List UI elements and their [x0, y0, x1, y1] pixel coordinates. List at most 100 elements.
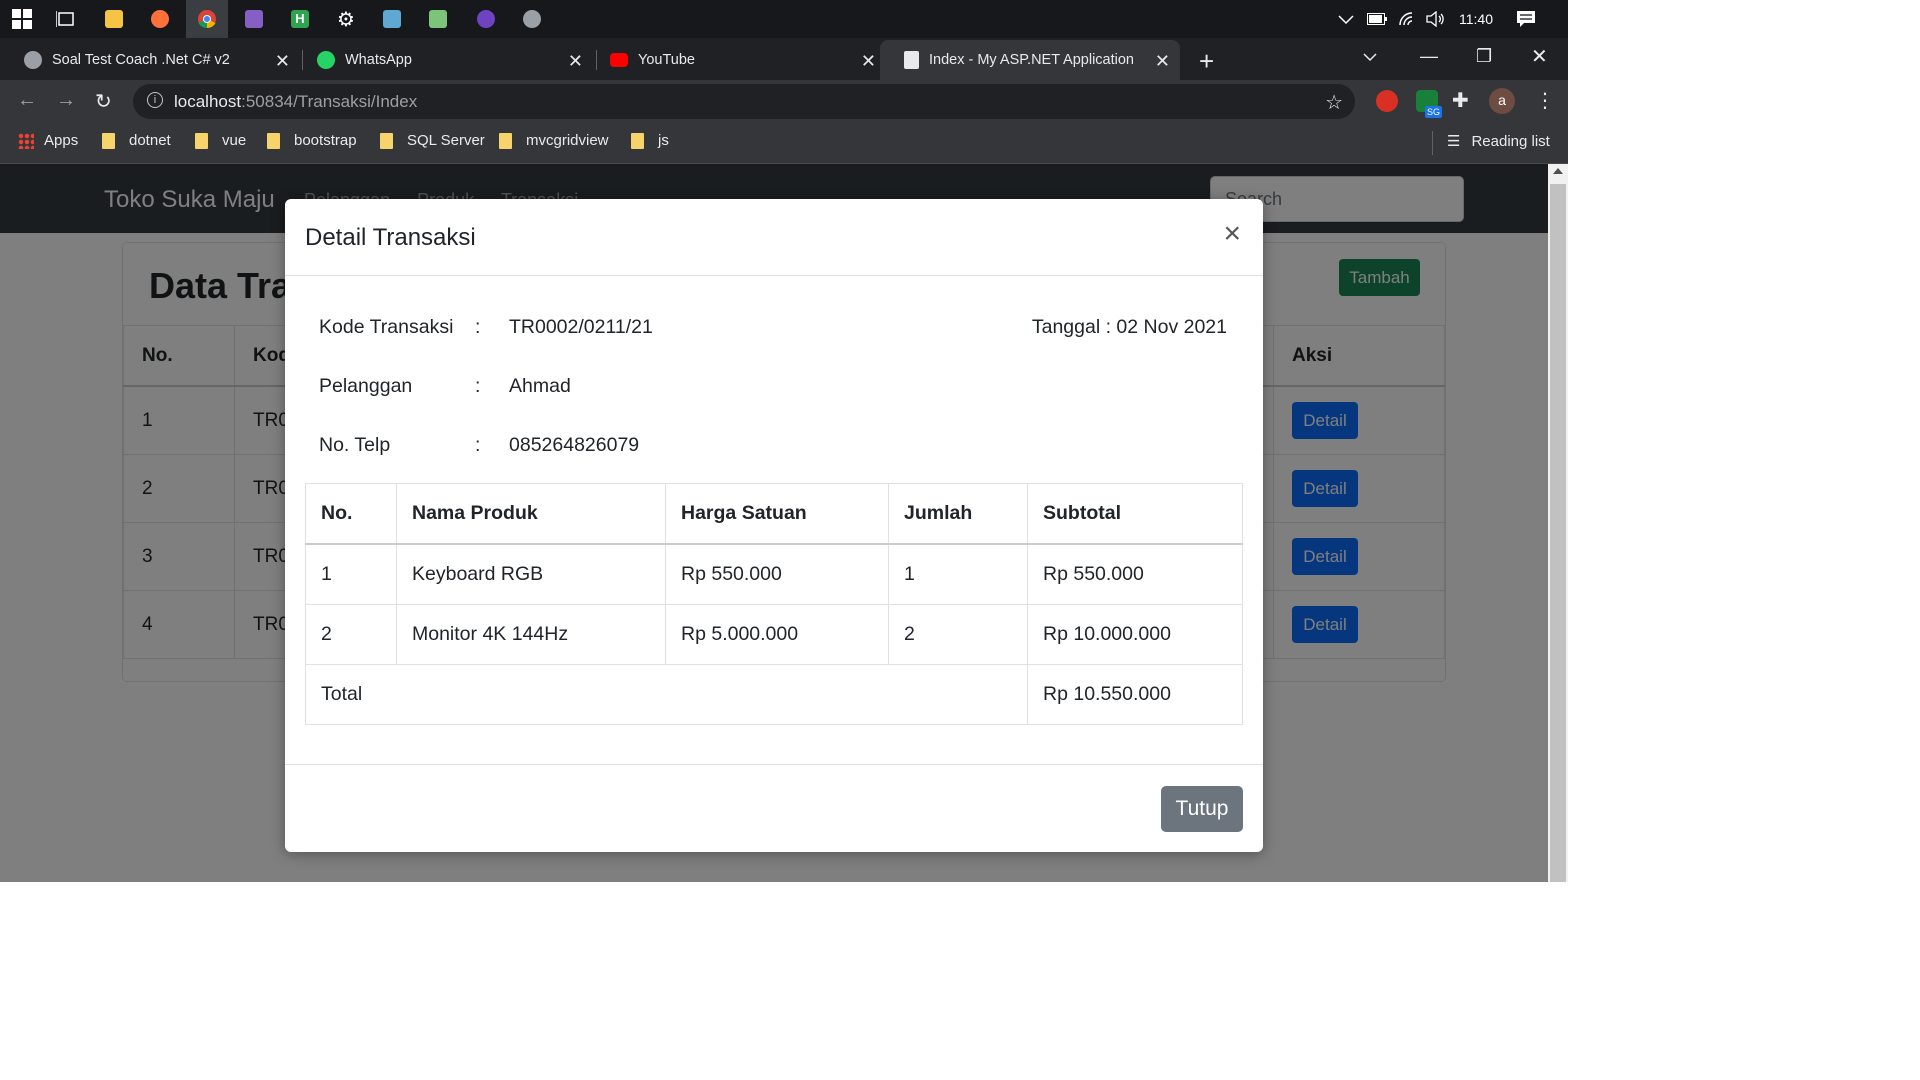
modal-header: Detail Transaksi ×	[285, 199, 1263, 276]
minimize-button[interactable]: —	[1420, 46, 1438, 67]
bookmark-label: mvcgridview	[526, 132, 609, 149]
bookmark-bootstrap[interactable]: bootstrap	[267, 132, 357, 149]
info-label: Kode Transaksi	[319, 316, 454, 338]
reading-list-button[interactable]: ☰ Reading list	[1447, 132, 1550, 151]
firefox-icon[interactable]	[146, 5, 174, 33]
folder-icon	[195, 132, 208, 149]
scroll-up-arrow-icon[interactable]	[1553, 168, 1563, 174]
visual-studio-icon[interactable]	[240, 5, 268, 33]
close-icon[interactable]: ✕	[861, 51, 876, 72]
tutup-button[interactable]: Tutup	[1161, 786, 1243, 832]
tab-youtube[interactable]: YouTube ✕	[586, 40, 886, 80]
bookmark-star-icon[interactable]: ☆	[1325, 90, 1343, 115]
bookmark-dotnet[interactable]: dotnet	[102, 132, 171, 149]
wifi-icon[interactable]	[1398, 0, 1418, 38]
battery-icon[interactable]	[1367, 0, 1387, 38]
extension-badge: SG	[1424, 106, 1442, 118]
reading-list-icon: ☰	[1447, 133, 1461, 150]
file-explorer-icon[interactable]	[100, 5, 128, 33]
table-header-row: No. Nama Produk Harga Satuan Jumlah Subt…	[305, 483, 1243, 545]
window-close-button[interactable]: ✕	[1531, 44, 1548, 69]
volume-icon[interactable]	[1426, 0, 1446, 38]
bookmark-vue[interactable]: vue	[195, 132, 246, 149]
bookmark-js[interactable]: js	[631, 132, 669, 149]
notification-icon[interactable]	[1516, 0, 1536, 38]
folder-icon	[499, 132, 512, 149]
column-header: No.	[305, 483, 397, 545]
tool-icon[interactable]	[378, 5, 406, 33]
tab-search-chevron-icon[interactable]	[1363, 46, 1377, 67]
tab-whatsapp[interactable]: WhatsApp ✕	[293, 40, 593, 80]
browser-toolbar: ← → ↻ i localhost:50834/Transaksi/Index …	[0, 80, 1568, 123]
bookmark-mvcgridview[interactable]: mvcgridview	[499, 132, 609, 149]
browser-tab-strip: Soal Test Coach .Net C# v2 ✕ WhatsApp ✕ …	[0, 38, 1568, 80]
reload-icon[interactable]: ↻	[95, 89, 112, 114]
scroll-thumb[interactable]	[1550, 184, 1566, 882]
puzzle-extensions-icon[interactable]: ✚	[1452, 88, 1469, 113]
apps-grid-icon	[18, 132, 34, 149]
table-cell: Rp 10.000.000	[1027, 604, 1243, 665]
windows-start-icon[interactable]	[8, 5, 36, 33]
table-cell: Rp 550.000	[1027, 543, 1243, 605]
bookmark-label: dotnet	[129, 132, 171, 149]
taskbar-clock[interactable]: 11:40	[1459, 0, 1493, 38]
tab-title: WhatsApp	[345, 52, 412, 68]
chrome-icon[interactable]	[186, 0, 228, 43]
tab-index-active[interactable]: Index - My ASP.NET Application ✕	[880, 40, 1180, 80]
task-view-icon[interactable]	[52, 5, 80, 33]
info-colon: :	[475, 375, 481, 397]
github-icon[interactable]	[472, 5, 500, 33]
url-text[interactable]: localhost:50834/Transaksi/Index	[174, 92, 417, 112]
menu-kebab-icon[interactable]: ⋮	[1535, 88, 1555, 113]
bookmark-apps[interactable]: Apps	[18, 132, 78, 149]
globe-icon	[24, 51, 42, 69]
column-header: Nama Produk	[396, 483, 666, 545]
tab-title: Soal Test Coach .Net C# v2	[52, 52, 230, 68]
chevron-up-icon[interactable]	[1338, 0, 1354, 38]
bookmarks-divider	[1432, 131, 1433, 155]
settings-gear-icon[interactable]: ⚙	[332, 5, 360, 33]
table-cell: Rp 550.000	[665, 543, 889, 605]
close-icon[interactable]: ✕	[568, 51, 583, 72]
table-row: 1 Keyboard RGB Rp 550.000 1 Rp 550.000	[305, 543, 1243, 605]
table-cell: 1	[888, 543, 1028, 605]
new-tab-button[interactable]: +	[1199, 46, 1214, 77]
table-cell: Rp 5.000.000	[665, 604, 889, 665]
restore-button[interactable]: ❐	[1476, 46, 1492, 67]
total-row: Total Rp 10.550.000	[305, 664, 1243, 725]
close-icon[interactable]: ✕	[275, 51, 290, 72]
info-label: No. Telp	[319, 434, 391, 456]
detail-transaksi-modal: Detail Transaksi × Kode Transaksi : TR00…	[285, 199, 1263, 852]
back-arrow-icon[interactable]: ←	[17, 89, 37, 112]
page-scrollbar[interactable]	[1548, 164, 1568, 882]
address-bar[interactable]: i localhost:50834/Transaksi/Index ☆	[133, 84, 1355, 119]
h-app-icon[interactable]: H	[286, 5, 314, 33]
table-cell: 2	[888, 604, 1028, 665]
table-row: 2 Monitor 4K 144Hz Rp 5.000.000 2 Rp 10.…	[305, 604, 1243, 665]
modal-footer: Tutup	[285, 764, 1263, 853]
info-value: 085264826079	[509, 434, 640, 456]
folder-icon	[380, 132, 393, 149]
table-cell: 2	[305, 604, 397, 665]
reading-list-label: Reading list	[1471, 132, 1550, 150]
table-cell: Keyboard RGB	[396, 543, 666, 605]
whatsapp-icon	[317, 51, 335, 69]
sg-extension-icon[interactable]: SG	[1416, 90, 1442, 118]
forward-arrow-icon[interactable]: →	[56, 89, 76, 112]
total-value: Rp 10.550.000	[1027, 664, 1243, 725]
close-icon[interactable]: ×	[1223, 219, 1241, 249]
close-icon[interactable]: ✕	[1155, 51, 1170, 72]
table-cell: Monitor 4K 144Hz	[396, 604, 666, 665]
lock-extension-icon[interactable]	[1376, 90, 1398, 112]
bookmark-label: Apps	[44, 132, 79, 149]
bookmark-label: bootstrap	[294, 132, 357, 149]
info-colon: :	[475, 316, 481, 338]
notepad-icon[interactable]	[424, 5, 452, 33]
bookmark-sql-server[interactable]: SQL Server	[380, 132, 485, 149]
app-icon[interactable]	[518, 5, 546, 33]
bookmark-label: SQL Server	[407, 132, 485, 149]
profile-avatar[interactable]: a	[1489, 88, 1515, 114]
site-info-icon[interactable]: i	[147, 92, 163, 108]
info-value: Ahmad	[509, 375, 571, 397]
tab-soal-test[interactable]: Soal Test Coach .Net C# v2 ✕	[0, 40, 300, 80]
